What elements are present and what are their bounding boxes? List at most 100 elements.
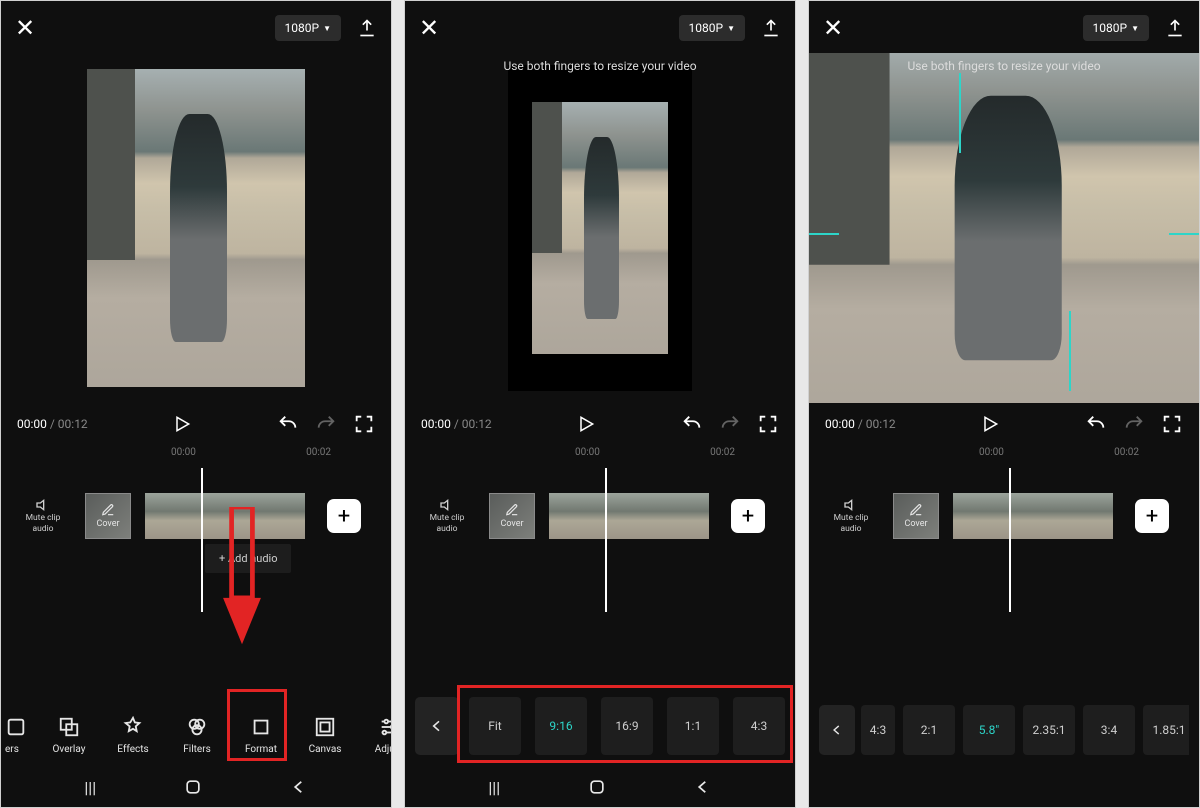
close-icon[interactable]: ✕ — [419, 16, 439, 40]
mute-clip-audio[interactable]: Mute clipaudio — [823, 497, 879, 535]
add-clip-button[interactable]: + — [327, 499, 361, 533]
undo-button[interactable] — [681, 413, 703, 435]
ratio-3-4[interactable]: 3:4 — [1083, 705, 1135, 755]
timeline[interactable]: Mute clipaudio Cover + — [405, 486, 795, 606]
playhead[interactable] — [1009, 468, 1011, 612]
timeline[interactable]: Mute clipaudio Cover + + Add audio — [1, 486, 391, 606]
clip-strip[interactable] — [549, 493, 709, 539]
nav-back[interactable] — [694, 778, 712, 796]
add-clip-button[interactable]: + — [731, 499, 765, 533]
bottom-toolbar: ers Overlay Effects Filters Format Canva… — [1, 706, 391, 761]
play-button[interactable] — [172, 413, 192, 435]
preview-thumbnail — [87, 69, 305, 387]
resize-hint: Use both fingers to resize your video — [405, 59, 795, 73]
time-display: 00:00 / 00:12 — [825, 417, 896, 431]
back-button[interactable] — [819, 705, 855, 755]
guide-line — [1169, 233, 1199, 235]
cover-button[interactable]: Cover — [85, 493, 131, 539]
video-preview[interactable]: Use both fingers to resize your video — [405, 53, 795, 403]
tool-effects[interactable]: Effects — [103, 716, 163, 755]
ratio-chips: 4:3 2:1 5.8" 2.35:1 3:4 1.85:1 — [861, 705, 1189, 755]
export-icon[interactable] — [357, 18, 377, 38]
ratio-fit[interactable]: Fit — [469, 697, 521, 755]
playhead[interactable] — [201, 468, 203, 612]
chevron-down-icon: ▼ — [1131, 24, 1139, 33]
chevron-down-icon: ▼ — [727, 24, 735, 33]
timeline-ruler: 00:0000:02 — [405, 445, 795, 458]
ratio-4-3[interactable]: 4:3 — [733, 697, 785, 755]
redo-button[interactable] — [1123, 413, 1145, 435]
tool-overlay[interactable]: Overlay — [39, 716, 99, 755]
tool-canvas[interactable]: Canvas — [295, 716, 355, 755]
android-nav-bar: ||| — [1, 767, 391, 807]
mute-clip-audio[interactable]: Mute clipaudio — [15, 497, 71, 535]
ratio-58[interactable]: 5.8" — [963, 705, 1015, 755]
cover-button[interactable]: Cover — [489, 493, 535, 539]
resize-hint: Use both fingers to resize your video — [809, 59, 1199, 73]
playhead[interactable] — [605, 468, 607, 612]
preview-thumbnail — [809, 53, 1199, 403]
ratio-9-16[interactable]: 9:16 — [535, 697, 587, 755]
fullscreen-button[interactable] — [1161, 413, 1183, 435]
video-preview[interactable] — [1, 53, 391, 403]
ratio-2-1[interactable]: 2:1 — [903, 705, 955, 755]
close-icon[interactable]: ✕ — [15, 16, 35, 40]
resolution-dropdown[interactable]: 1080P▼ — [1083, 15, 1149, 41]
add-audio-button[interactable]: + Add audio — [205, 544, 291, 573]
video-preview[interactable]: Use both fingers to resize your video — [809, 53, 1199, 403]
play-button[interactable] — [576, 413, 596, 435]
time-display: 00:00 / 00:12 — [421, 417, 492, 431]
player-controls: 00:00 / 00:12 — [405, 403, 795, 445]
guide-line — [959, 73, 961, 153]
nav-recents[interactable]: ||| — [488, 778, 500, 797]
screen-3: ✕ 1080P▼ Use both fingers to resize your… — [808, 0, 1200, 808]
ratio-185-1[interactable]: 1.85:1 — [1143, 705, 1189, 755]
close-icon[interactable]: ✕ — [823, 16, 843, 40]
screen-1: ✕ 1080P ▼ 00:00 / 00:12 00:0000:02 Mute … — [0, 0, 392, 808]
nav-recents[interactable]: ||| — [84, 778, 96, 797]
topbar: ✕ 1080P ▼ — [1, 1, 391, 53]
cover-button[interactable]: Cover — [893, 493, 939, 539]
export-icon[interactable] — [761, 18, 781, 38]
add-clip-button[interactable]: + — [1135, 499, 1169, 533]
nav-home[interactable] — [587, 777, 607, 797]
ratio-235-1[interactable]: 2.35:1 — [1023, 705, 1075, 755]
ratio-4-3[interactable]: 4:3 — [861, 705, 895, 755]
resolution-dropdown[interactable]: 1080P ▼ — [275, 15, 341, 41]
guide-line — [809, 233, 839, 235]
player-controls: 00:00 / 00:12 — [1, 403, 391, 445]
topbar: ✕ 1080P▼ — [809, 1, 1199, 53]
mute-clip-audio[interactable]: Mute clipaudio — [419, 497, 475, 535]
clip-strip[interactable] — [145, 493, 305, 539]
time-display: 00:00 / 00:12 — [17, 417, 88, 431]
redo-button[interactable] — [315, 413, 337, 435]
player-controls: 00:00 / 00:12 — [809, 403, 1199, 445]
play-button[interactable] — [980, 413, 1000, 435]
nav-home[interactable] — [183, 777, 203, 797]
nav-back[interactable] — [290, 778, 308, 796]
canvas-frame — [508, 65, 692, 391]
chevron-down-icon: ▼ — [323, 24, 331, 33]
screen-2: ✕ 1080P▼ Use both fingers to resize your… — [404, 0, 796, 808]
export-icon[interactable] — [1165, 18, 1185, 38]
ratio-16-9[interactable]: 16:9 — [601, 697, 653, 755]
preview-thumbnail — [532, 102, 668, 354]
tool-adjust[interactable]: Adjust — [359, 716, 391, 755]
undo-button[interactable] — [277, 413, 299, 435]
topbar: ✕ 1080P▼ — [405, 1, 795, 53]
fullscreen-button[interactable] — [757, 413, 779, 435]
tool-format[interactable]: Format — [231, 716, 291, 755]
fullscreen-button[interactable] — [353, 413, 375, 435]
redo-button[interactable] — [719, 413, 741, 435]
tool-partial[interactable]: ers — [1, 716, 35, 755]
undo-button[interactable] — [1085, 413, 1107, 435]
clip-strip[interactable] — [953, 493, 1113, 539]
resolution-dropdown[interactable]: 1080P▼ — [679, 15, 745, 41]
ratio-1-1[interactable]: 1:1 — [667, 697, 719, 755]
ratio-toolbar: Fit 9:16 16:9 1:1 4:3 — [405, 687, 795, 761]
timeline[interactable]: Mute clipaudio Cover + — [809, 486, 1199, 606]
android-nav-bar: ||| — [405, 767, 795, 807]
guide-line — [1069, 311, 1071, 391]
tool-filters[interactable]: Filters — [167, 716, 227, 755]
back-button[interactable] — [415, 697, 459, 755]
